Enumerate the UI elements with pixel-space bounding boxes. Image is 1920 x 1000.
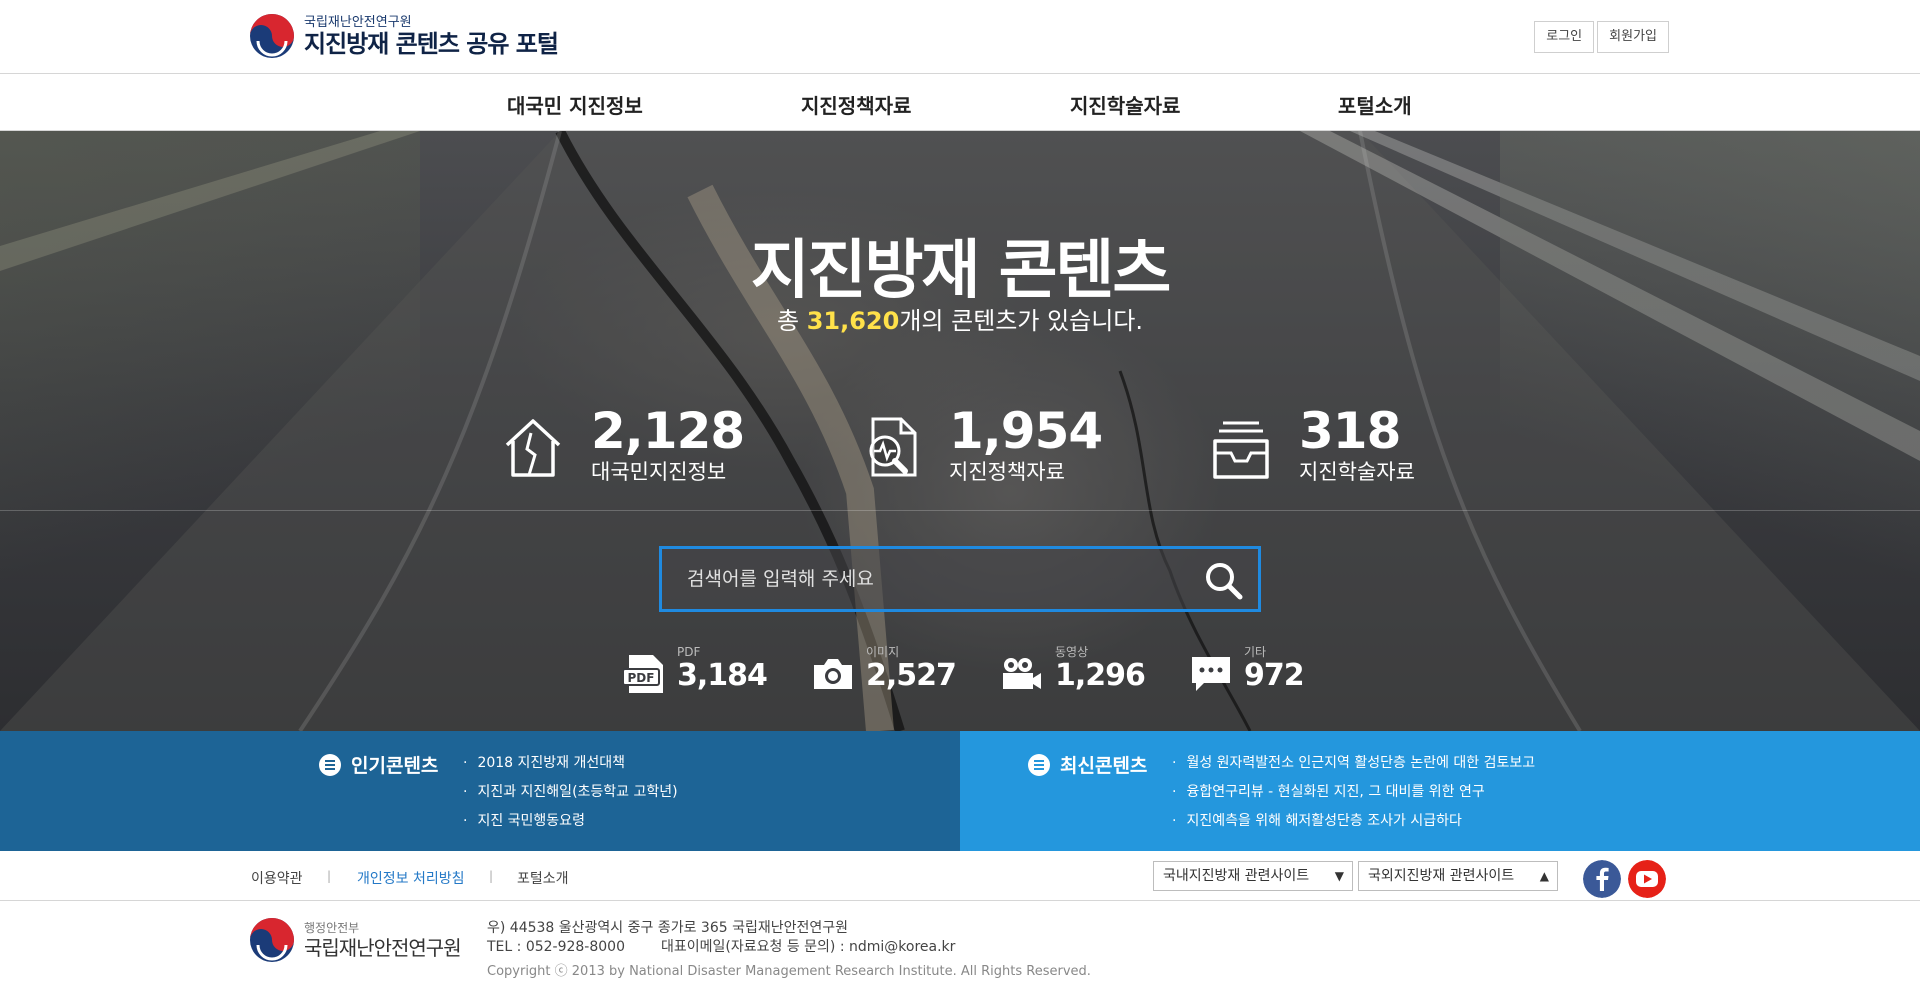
type-value: 2,527 bbox=[866, 658, 957, 693]
document-search-icon bbox=[869, 417, 917, 477]
type-caption: PDF bbox=[677, 645, 701, 659]
pdf-icon: PDF bbox=[623, 655, 663, 693]
type-pdf[interactable]: PDF PDF 3,184 bbox=[623, 645, 768, 695]
facebook-icon[interactable] bbox=[1583, 860, 1621, 898]
nav-public-info[interactable]: 대국민 지진정보 bbox=[507, 90, 643, 119]
list-item[interactable]: 융합연구리뷰 - 현실화된 지진, 그 대비를 위한 연구 bbox=[1172, 778, 1535, 807]
list-item[interactable]: 지진예측을 위해 해저활성단층 조사가 시급하다 bbox=[1172, 807, 1535, 836]
footer-links-row: 이용약관 | 개인정보 처리방침 | 포털소개 국내지진방재 관련사이트 ▼ 국… bbox=[0, 851, 1920, 901]
foreign-sites-select[interactable]: 국외지진방재 관련사이트 ▲ bbox=[1358, 861, 1558, 891]
footer-logo: 행정안전부 국립재난안전연구원 bbox=[249, 917, 462, 963]
list-item[interactable]: 지진과 지진해일(초등학교 고학년) bbox=[463, 778, 677, 807]
stat-value: 318 bbox=[1299, 402, 1401, 460]
nav-academic-data[interactable]: 지진학술자료 bbox=[1070, 90, 1180, 119]
subtitle-prefix: 총 bbox=[776, 307, 807, 335]
list-item[interactable]: 2018 지진방재 개선대책 bbox=[463, 749, 678, 778]
subtitle-suffix: 개의 콘텐츠가 있습니다. bbox=[899, 307, 1144, 335]
list-item[interactable]: 지진 국민행동요령 bbox=[463, 807, 678, 836]
domestic-sites-select[interactable]: 국내지진방재 관련사이트 ▼ bbox=[1153, 861, 1353, 891]
hero-divider bbox=[0, 510, 1920, 511]
site-logo[interactable]: 국립재난안전연구원 지진방재 콘텐츠 공유 포털 bbox=[249, 13, 559, 59]
taegeuk-logo-icon bbox=[250, 14, 294, 58]
hero-banner: 지진방재 콘텐츠 총 31,620개의 콘텐츠가 있습니다. 2,128 대국민… bbox=[0, 131, 1920, 731]
logo-institute-name: 국립재난안전연구원 bbox=[304, 14, 412, 30]
signup-button[interactable]: 회원가입 bbox=[1597, 21, 1669, 53]
portal-intro-link[interactable]: 포털소개 bbox=[517, 868, 569, 888]
footer-ministry: 행정안전부 bbox=[304, 920, 360, 935]
type-value: 3,184 bbox=[677, 658, 768, 693]
footer-institute: 국립재난안전연구원 bbox=[304, 935, 462, 960]
main-nav: 대국민 지진정보 지진정책자료 지진학술자료 포털소개 bbox=[0, 74, 1920, 131]
type-value: 1,296 bbox=[1055, 658, 1146, 693]
hero-subtitle: 총 31,620개의 콘텐츠가 있습니다. bbox=[0, 301, 1920, 336]
stat-academic-data[interactable]: 318 지진학술자료 bbox=[1209, 403, 1415, 485]
footer-copyright: Copyright ⓒ 2013 by National Disaster Ma… bbox=[487, 964, 1091, 979]
archive-tray-icon bbox=[1213, 421, 1269, 479]
terms-link[interactable]: 이용약관 bbox=[251, 868, 303, 888]
site-footer: 행정안전부 국립재난안전연구원 우) 44538 울산광역시 중구 종가로 36… bbox=[0, 901, 1920, 1000]
youtube-icon[interactable] bbox=[1628, 860, 1666, 898]
search-icon[interactable] bbox=[1202, 559, 1244, 601]
video-camera-icon bbox=[1003, 658, 1041, 689]
latest-contents-title: 최신콘텐츠 bbox=[1060, 755, 1148, 777]
hero-title: 지진방재 콘텐츠 bbox=[750, 234, 1171, 308]
stat-value: 1,954 bbox=[949, 402, 1103, 460]
taegeuk-logo-icon bbox=[250, 918, 294, 962]
stat-label: 지진학술자료 bbox=[1299, 460, 1415, 484]
list-icon bbox=[1028, 753, 1050, 776]
type-video[interactable]: 동영상 1,296 bbox=[1001, 645, 1146, 695]
stat-public-info[interactable]: 2,128 대국민지진정보 bbox=[501, 402, 745, 485]
select-value: 국외지진방재 관련사이트 bbox=[1368, 868, 1515, 884]
site-header: 국립재난안전연구원 지진방재 콘텐츠 공유 포털 로그인 회원가입 bbox=[0, 0, 1920, 74]
logo-portal-name: 지진방재 콘텐츠 공유 포털 bbox=[304, 29, 559, 58]
stat-policy-data[interactable]: 1,954 지진정책자료 bbox=[859, 402, 1103, 485]
cracked-house-icon bbox=[505, 419, 561, 477]
nav-policy-data[interactable]: 지진정책자료 bbox=[801, 90, 911, 119]
list-item[interactable]: 월성 원자력발전소 인근지역 활성단층 논란에 대한 검토보고 bbox=[1172, 749, 1535, 778]
login-button[interactable]: 로그인 bbox=[1534, 21, 1595, 53]
popular-contents-list: 2018 지진방재 개선대책 지진과 지진해일(초등학교 고학년) 지진 국민행… bbox=[463, 749, 678, 836]
chat-bubble-icon bbox=[1192, 657, 1230, 691]
latest-contents-panel: 최신콘텐츠 월성 원자력발전소 인근지역 활성단층 논란에 대한 검토보고 융합… bbox=[960, 731, 1920, 851]
latest-contents-heading: 최신콘텐츠 bbox=[1028, 751, 1147, 778]
search-box bbox=[659, 546, 1261, 612]
chevron-up-icon: ▲ bbox=[1539, 869, 1549, 883]
footer-email: 대표이메일(자료요청 등 문의) : ndmi@korea.kr bbox=[661, 939, 956, 955]
camera-icon bbox=[814, 659, 852, 689]
stat-label: 지진정책자료 bbox=[949, 460, 1065, 484]
type-caption: 동영상 bbox=[1055, 645, 1089, 659]
nav-portal-intro[interactable]: 포털소개 bbox=[1338, 90, 1412, 119]
total-content-count: 31,620 bbox=[806, 307, 900, 335]
popular-contents-panel: 인기콘텐츠 2018 지진방재 개선대책 지진과 지진해일(초등학교 고학년) … bbox=[0, 731, 960, 851]
footer-info: 우) 44538 울산광역시 중구 종가로 365 국립재난안전연구원 TEL … bbox=[487, 919, 1091, 981]
content-strip: 인기콘텐츠 2018 지진방재 개선대책 지진과 지진해일(초등학교 고학년) … bbox=[0, 731, 1920, 851]
stat-value: 2,128 bbox=[591, 402, 745, 460]
type-caption: 기타 bbox=[1244, 645, 1267, 659]
type-value: 972 bbox=[1244, 658, 1305, 693]
type-caption: 이미지 bbox=[866, 645, 900, 659]
popular-contents-heading: 인기콘텐츠 bbox=[319, 751, 438, 778]
type-etc[interactable]: 기타 972 bbox=[1190, 645, 1305, 695]
latest-contents-list: 월성 원자력발전소 인근지역 활성단층 논란에 대한 검토보고 융합연구리뷰 -… bbox=[1172, 749, 1535, 836]
svg-text:PDF: PDF bbox=[628, 671, 655, 685]
popular-contents-title: 인기콘텐츠 bbox=[351, 755, 439, 777]
type-image[interactable]: 이미지 2,527 bbox=[812, 645, 957, 695]
footer-tel: TEL : 052-928-8000 bbox=[487, 939, 625, 955]
link-separator: | bbox=[489, 869, 494, 883]
link-separator: | bbox=[327, 869, 332, 883]
privacy-policy-link[interactable]: 개인정보 처리방침 bbox=[357, 868, 465, 888]
footer-address: 우) 44538 울산광역시 중구 종가로 365 국립재난안전연구원 bbox=[487, 920, 849, 936]
list-icon bbox=[319, 753, 341, 776]
chevron-down-icon: ▼ bbox=[1334, 869, 1344, 883]
search-input[interactable] bbox=[662, 549, 1182, 609]
stat-label: 대국민지진정보 bbox=[591, 460, 727, 484]
select-value: 국내지진방재 관련사이트 bbox=[1163, 868, 1310, 884]
